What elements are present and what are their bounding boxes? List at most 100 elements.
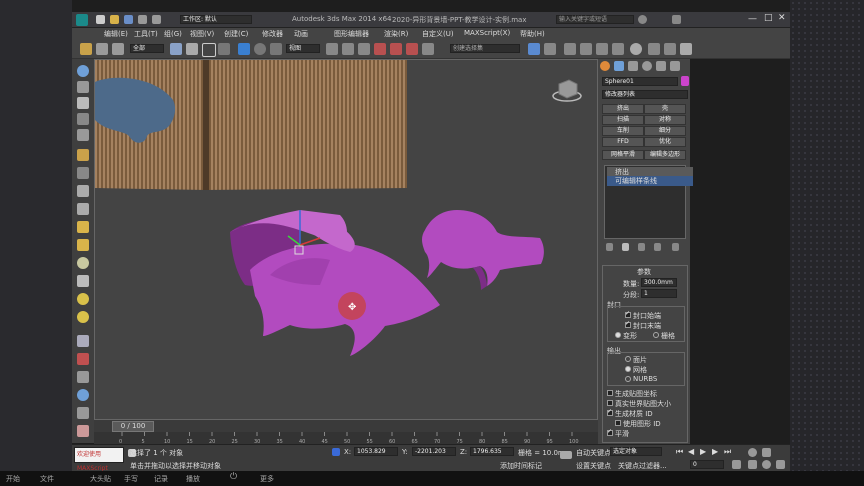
systems-icon[interactable]	[77, 167, 89, 179]
prev-frame-icon[interactable]: ◀	[688, 447, 694, 456]
open-file-icon[interactable]	[110, 15, 119, 24]
grid-radio[interactable]	[653, 332, 659, 338]
select-by-name-icon[interactable]	[186, 43, 198, 55]
menu-item[interactable]: 图形编辑器	[334, 29, 369, 39]
unlink-icon[interactable]	[112, 43, 124, 55]
track-bar[interactable]: 0 5 10 15 20 25 30 35 40 45 50 55 60 65 70 75 80 85 90 95 10…	[94, 432, 598, 444]
zoom-icon[interactable]	[748, 448, 757, 457]
menu-item[interactable]: MAXScript(X)	[464, 29, 510, 37]
render-setup-icon[interactable]	[648, 43, 660, 55]
next-frame-icon[interactable]: ▶	[712, 447, 718, 456]
curve-editor-icon[interactable]	[596, 43, 608, 55]
plane-icon[interactable]	[77, 185, 89, 197]
menu-item[interactable]: 创建(C)	[224, 29, 248, 39]
stack-item-spline[interactable]: 可编辑样条线	[607, 176, 693, 186]
move-icon[interactable]	[238, 43, 250, 55]
modifier-button[interactable]: 网格平滑	[602, 150, 644, 160]
paint-icon[interactable]	[77, 353, 89, 365]
show-end-result-icon[interactable]	[622, 243, 629, 251]
snap-3-icon[interactable]	[374, 43, 386, 55]
schematic-view-icon[interactable]	[612, 43, 624, 55]
globe-icon[interactable]	[77, 389, 89, 401]
x-coordinate-field[interactable]: 1053.829	[354, 447, 398, 456]
maximize-button[interactable]: □	[764, 13, 773, 23]
create-sphere-icon[interactable]	[77, 65, 89, 77]
zoom-all-icon[interactable]	[762, 448, 771, 457]
box-icon[interactable]	[77, 203, 89, 215]
taskbar-item[interactable]: 手写	[124, 474, 138, 484]
create-shape-icon[interactable]	[77, 81, 89, 93]
patch-radio[interactable]	[625, 356, 631, 362]
taskbar-item[interactable]: 大头贴	[90, 474, 111, 484]
real-world-checkbox[interactable]	[607, 400, 613, 406]
hierarchy-tab-icon[interactable]	[628, 61, 638, 71]
cylinder-icon[interactable]	[77, 239, 89, 251]
display-tab-icon[interactable]	[656, 61, 666, 71]
taskbar-item[interactable]: 播放	[186, 474, 200, 484]
menu-item[interactable]: 组(G)	[164, 29, 182, 39]
tube-icon[interactable]	[77, 311, 89, 323]
pan-icon[interactable]	[748, 460, 757, 469]
helper-icon[interactable]	[77, 129, 89, 141]
modifier-list-dropdown[interactable]: 修改器列表	[602, 90, 688, 99]
layer-manager-icon[interactable]	[564, 43, 576, 55]
material-editor-icon[interactable]	[630, 43, 642, 55]
make-unique-icon[interactable]	[638, 243, 645, 251]
curve-icon[interactable]	[77, 407, 89, 419]
modifier-button[interactable]: 优化	[644, 137, 686, 147]
close-button[interactable]: ✕	[778, 13, 786, 23]
time-slider[interactable]: 0 / 100	[94, 420, 598, 432]
taskbar-item[interactable]: 记录	[154, 474, 168, 484]
modifier-button[interactable]: FFD	[602, 137, 644, 147]
orbit-icon[interactable]	[762, 460, 771, 469]
configure-sets-icon[interactable]	[672, 243, 679, 251]
key-filters-button[interactable]: 关键点过滤器...	[618, 461, 667, 471]
selection-set-dropdown[interactable]: 创建选择集	[450, 44, 520, 53]
utilities-tab-icon[interactable]	[670, 61, 680, 71]
morph-radio[interactable]	[615, 332, 621, 338]
modifier-stack[interactable]: 挤出 可编辑样条线	[604, 165, 693, 239]
align-icon[interactable]	[544, 43, 556, 55]
max-logo-icon[interactable]	[76, 14, 88, 26]
minimize-button[interactable]: —	[748, 14, 757, 24]
link-icon[interactable]	[96, 43, 108, 55]
goto-start-icon[interactable]: ⏮	[676, 447, 683, 457]
light-icon[interactable]	[77, 97, 89, 109]
maxscript-listener[interactable]: 欢迎使用 MAXScript	[74, 447, 124, 472]
gen-mat-ids-checkbox[interactable]	[607, 408, 613, 416]
search-icon[interactable]	[638, 15, 647, 24]
angle-snap-icon[interactable]	[390, 43, 402, 55]
key-mode-dropdown[interactable]: 选定对象	[610, 447, 662, 456]
window-crossing-icon[interactable]	[218, 43, 230, 55]
taskbar-item[interactable]: 文件	[40, 474, 54, 484]
camera-icon[interactable]	[77, 113, 89, 125]
modifier-button[interactable]: 车削	[602, 126, 644, 136]
geosphere-icon[interactable]	[77, 293, 89, 305]
play-icon[interactable]: ▶	[700, 447, 706, 456]
cap-start-checkbox[interactable]	[625, 310, 631, 318]
mesh-radio[interactable]	[625, 366, 631, 372]
add-time-tag[interactable]: 添加时间标记	[500, 461, 542, 471]
render-production-icon[interactable]	[680, 43, 692, 55]
mirror-icon[interactable]	[528, 43, 540, 55]
pivot-icon[interactable]	[326, 43, 338, 55]
maximize-viewport-icon[interactable]	[776, 460, 785, 469]
menu-item[interactable]: 编辑(E)	[104, 29, 128, 39]
motion-tab-icon[interactable]	[642, 61, 652, 71]
power-icon[interactable]: ⏻	[230, 472, 237, 482]
cap-end-checkbox[interactable]	[625, 320, 631, 328]
menu-item[interactable]: 工具(T)	[134, 29, 158, 39]
create-tab-icon[interactable]	[600, 61, 610, 71]
render-frame-icon[interactable]	[664, 43, 676, 55]
viewcube-icon[interactable]	[558, 79, 578, 99]
torus-icon[interactable]	[77, 257, 89, 269]
rect-selection-icon[interactable]	[202, 43, 216, 57]
perspective-viewport[interactable]: ✥	[94, 59, 598, 420]
percent-snap-icon[interactable]	[406, 43, 418, 55]
menu-item[interactable]: 修改器	[262, 29, 283, 39]
spacewarp-icon[interactable]	[77, 149, 89, 161]
modifier-button[interactable]: 细分	[644, 126, 686, 136]
y-coordinate-field[interactable]: -2201.203	[412, 447, 456, 456]
gen-mapping-checkbox[interactable]	[607, 390, 613, 396]
nurbs-radio[interactable]	[625, 376, 631, 382]
